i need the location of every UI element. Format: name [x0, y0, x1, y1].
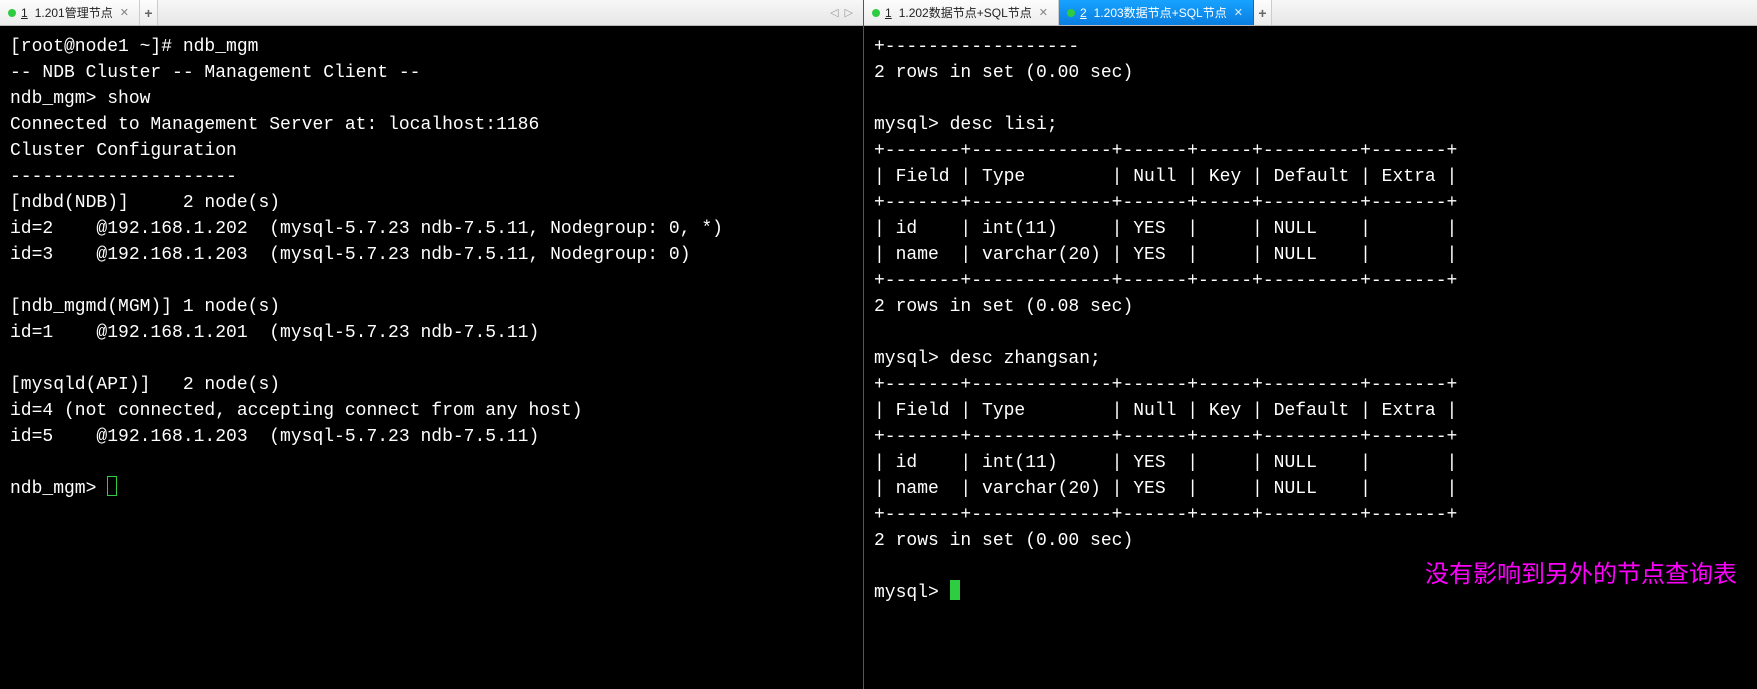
chevron-left-icon[interactable]: ◁ — [830, 6, 838, 19]
tab-right-1[interactable]: 1 1.202数据节点+SQL节点 ✕ — [864, 0, 1059, 25]
close-icon[interactable]: ✕ — [118, 6, 131, 19]
left-pane: 1 1.201管理节点 ✕ + ◁ ▷ [root@node1 ~]# ndb_… — [0, 0, 864, 689]
add-tab-button[interactable]: + — [140, 0, 158, 25]
tab-right-2[interactable]: 2 1.203数据节点+SQL节点 ✕ — [1059, 0, 1254, 25]
right-tabbar: 1 1.202数据节点+SQL节点 ✕ 2 1.203数据节点+SQL节点 ✕ … — [864, 0, 1757, 26]
cursor-icon — [950, 580, 960, 600]
status-dot-icon — [8, 9, 16, 17]
tab-index: 1 — [885, 6, 892, 20]
left-terminal[interactable]: [root@node1 ~]# ndb_mgm -- NDB Cluster -… — [0, 26, 863, 689]
chevron-right-icon[interactable]: ▷ — [845, 6, 853, 19]
tab-left-1[interactable]: 1 1.201管理节点 ✕ — [0, 0, 140, 25]
annotation-text: 没有影响到另外的节点查询表 — [1425, 554, 1737, 589]
tab-label: 1.202数据节点+SQL节点 — [899, 4, 1032, 21]
right-pane: 1 1.202数据节点+SQL节点 ✕ 2 1.203数据节点+SQL节点 ✕ … — [864, 0, 1757, 689]
add-tab-button[interactable]: + — [1254, 0, 1272, 25]
close-icon[interactable]: ✕ — [1037, 6, 1050, 19]
tab-label: 1.203数据节点+SQL节点 — [1094, 4, 1227, 21]
status-dot-icon — [872, 9, 880, 17]
tab-label: 1.201管理节点 — [35, 4, 113, 21]
tab-index: 1 — [21, 6, 28, 20]
tab-nav-arrows: ◁ ▷ — [820, 0, 863, 25]
tab-index: 2 — [1080, 6, 1087, 20]
status-dot-icon — [1067, 9, 1075, 17]
left-tabbar: 1 1.201管理节点 ✕ + ◁ ▷ — [0, 0, 863, 26]
cursor-icon — [107, 476, 117, 496]
right-terminal[interactable]: +------------------ 2 rows in set (0.00 … — [864, 26, 1757, 689]
close-icon[interactable]: ✕ — [1232, 6, 1245, 19]
